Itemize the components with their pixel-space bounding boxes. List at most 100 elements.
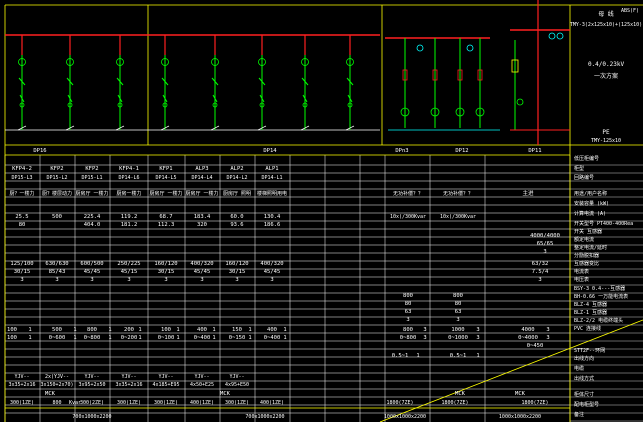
feeder-panel: DP15-L2: [46, 175, 67, 181]
cap-use: 无功补偿？？: [393, 190, 423, 197]
row-label-r15: 电缆: [574, 365, 584, 372]
cap-value: 63: [455, 309, 462, 315]
feeder-ratio: 45/45: [84, 269, 101, 275]
cap-small: 1: [416, 353, 419, 359]
row-label-r19: 备注: [574, 411, 584, 418]
cable-type: YJV--: [229, 374, 244, 380]
feeder-ijs: 186.6: [264, 222, 281, 228]
cabinet-size: 800: [52, 400, 61, 406]
cabinet-dimensions: 700x1000x2200: [72, 414, 111, 420]
feeder-ratio: 30/15: [229, 269, 246, 275]
cap-ct-range: 0~800: [400, 335, 417, 341]
cable-size: 3x35+2x16: [115, 382, 142, 388]
row-label-r16: 出线方式: [574, 375, 594, 382]
ct-range: 1: [283, 335, 286, 341]
cap-ct-range: 0~1000: [448, 335, 468, 341]
feeder-code: ALP1: [265, 166, 278, 172]
cap-value: 800: [453, 293, 463, 299]
row-label-t5: BLZ-2/2 电缆终端头: [574, 317, 623, 324]
feeder-ijs: 404.0: [84, 222, 101, 228]
cabinet-size: 300(1ZE): [10, 400, 34, 406]
ct-range: 1: [28, 335, 31, 341]
row-label-r14: 电压表: [574, 276, 589, 283]
row-label-r9: 额定电流: [574, 236, 594, 243]
feeder-ijs: 181.2: [121, 222, 138, 228]
ct-range: 0~800: [84, 335, 101, 341]
feeder-ijs: 320: [197, 222, 207, 228]
cable-type: YJV--: [121, 374, 136, 380]
cap-ct-range: 3: [476, 335, 479, 341]
feeder-ie: 125/100: [10, 261, 33, 267]
row-label-t6: PVC 连接线: [574, 325, 601, 332]
feeder-pe: 130.4: [264, 214, 281, 220]
cap-ct: 800: [403, 327, 413, 333]
ct-primary: 400: [197, 327, 207, 333]
cable-size: 4x50+E25: [190, 382, 214, 388]
feeder-panel: DP15-L3: [11, 175, 32, 181]
row-label-t3: BLZ-4 互感器: [574, 301, 607, 308]
row-label-r5: 安装容量 (kW): [574, 200, 609, 207]
cabinet-size: 400(1ZE): [190, 400, 214, 406]
incoming-qty2: 3: [538, 277, 541, 283]
ct-primary: 800: [87, 327, 97, 333]
ct-primary: 1: [108, 327, 111, 333]
ct-range: 0~600: [49, 335, 66, 341]
mck-label: MCK: [45, 391, 56, 397]
cap-small: 0.5~1: [450, 353, 467, 359]
cabinet-size: 1800(7ZE): [386, 400, 413, 406]
feeder-qty: 3: [127, 277, 130, 283]
row-label-t7: STT2F--环网: [574, 348, 605, 354]
pe-label: PE: [602, 129, 610, 136]
cap-ct: 3: [423, 327, 426, 333]
ct-range: 1: [73, 335, 76, 341]
ct-primary: 500: [52, 327, 62, 333]
feeder-ratio: 45/15: [121, 269, 138, 275]
ct-range: 0~200: [121, 335, 138, 341]
feeder-pe: 225.4: [84, 214, 101, 220]
ct-range: 100: [7, 335, 17, 341]
row-label-r18: 配电柜型号: [574, 401, 599, 408]
cable-size: 4x185+E95: [152, 382, 179, 388]
ct-primary: 1: [138, 327, 141, 333]
feeder-panel: DP14-L4: [191, 175, 212, 181]
feeder-use: 厨？楼层动力: [42, 190, 72, 197]
feeder-panel: DP14-L1: [261, 175, 282, 181]
feeder-qty: 3: [200, 277, 203, 283]
feeder-ie: 600/500: [80, 261, 103, 267]
feeder-code: ALP3: [195, 166, 208, 172]
cap-value: 3: [456, 317, 459, 323]
cap-ct-range: 3: [423, 335, 426, 341]
incoming-ratio2: 7.5/4: [532, 269, 549, 275]
ct-range: 1: [176, 335, 179, 341]
cable-type: YJV--: [158, 374, 173, 380]
incoming-qty: 3: [543, 249, 546, 255]
row-label-r7: 开关型号 PT400-400Rea: [574, 220, 633, 227]
feeder-pe: 183.4: [194, 214, 211, 220]
cap-small: 1: [476, 353, 479, 359]
row-label-r13: 电流表: [574, 268, 589, 275]
incoming-ct-range: 0~4000: [518, 335, 538, 341]
cap-ct: 3: [476, 327, 479, 333]
cabinet-size: 300(1ZE): [117, 400, 141, 406]
ct-range: 1: [108, 335, 111, 341]
feeder-ie: 400/320: [260, 261, 283, 267]
incoming-ct-range: 0~450: [527, 343, 544, 349]
feeder-panel: DP14-L5: [155, 175, 176, 181]
incoming-rated: 4000/4000: [530, 233, 560, 239]
feeder-use: 楼梯照明用电: [257, 190, 287, 197]
cabinet-dimensions: 1000x1000x2200: [384, 414, 426, 420]
feeder-ratio: 30/15: [158, 269, 175, 275]
mck-label: MCK: [515, 391, 526, 397]
feeder-pe: 500: [52, 214, 62, 220]
row-label-r2: 柜型: [574, 165, 584, 172]
incoming-ratio: 63/32: [532, 261, 549, 267]
feeder-use: 厨房厅 照明: [223, 190, 251, 197]
busbar-label-spec: TMY-3(2x125x10)+(125x10): [570, 22, 642, 28]
cable-size: 3x150+2x70): [40, 382, 73, 388]
cap-ct: 1000: [451, 327, 464, 333]
cap-value: 80: [455, 301, 462, 307]
cable-size: 3x35+2x16: [8, 382, 35, 388]
cap-value: 800: [403, 293, 413, 299]
feeder-ratio: 45/45: [194, 269, 211, 275]
ct-range: 0~400: [194, 335, 211, 341]
